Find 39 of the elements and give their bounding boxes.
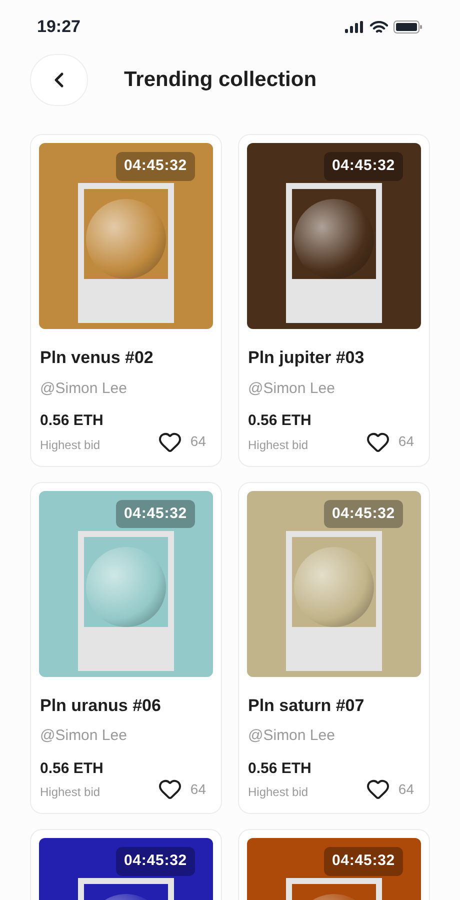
countdown-timer: 04:45:32 xyxy=(324,847,403,876)
bid-label: Highest bid xyxy=(40,784,102,801)
bid-price: 0.56 ETH xyxy=(40,411,104,431)
like-count: 64 xyxy=(190,432,206,451)
bid-price: 0.56 ETH xyxy=(40,758,104,778)
countdown-timer: 04:45:32 xyxy=(324,152,403,180)
countdown-timer: 04:45:32 xyxy=(116,847,195,876)
nft-title: Pln venus #02 xyxy=(40,347,154,369)
countdown-timer: 04:45:32 xyxy=(324,500,403,528)
bid-price: 0.56 ETH xyxy=(248,758,312,778)
bid-label: Highest bid xyxy=(40,436,102,454)
like-count: 64 xyxy=(190,780,206,798)
nft-title: Pln saturn #07 xyxy=(248,694,366,716)
like-count: 64 xyxy=(398,780,414,798)
signal-icon xyxy=(345,21,365,33)
author-name: @Simon Lee xyxy=(40,726,128,746)
countdown-timer: 04:45:32 xyxy=(116,152,195,180)
battery-icon xyxy=(393,20,423,34)
page-title: Trending collection xyxy=(124,67,317,94)
status-time: 19:27 xyxy=(37,16,80,38)
nft-card[interactable]: 04:45:32 Pln venus #02 @Simon Lee 0.56 ETH Highest bid 64 xyxy=(30,134,222,466)
countdown-timer: 04:45:32 xyxy=(116,500,195,528)
author-name: @Simon Lee xyxy=(248,726,336,746)
bid-label: Highest bid xyxy=(248,436,310,454)
like-count: 64 xyxy=(398,432,414,451)
nft-card[interactable]: 04:45:32 Pln uranus #06 @Simon Lee 0.56 ETH Highest bid 64 xyxy=(30,482,222,814)
nft-card[interactable]: 04:45:32 Pln jupiter #03 @Simon Lee 0.56 ETH Highest bid 64 xyxy=(238,134,430,466)
nft-card[interactable]: 04:45:32 Pln saturn #07 @Simon Lee 0.56 ETH Highest bid 64 xyxy=(238,482,430,814)
nft-title: Pln jupiter #03 xyxy=(248,347,366,369)
nft-title: Pln uranus #06 xyxy=(40,694,162,716)
wifi-icon xyxy=(370,20,388,34)
nft-card[interactable]: 04:45:32 xyxy=(30,829,222,900)
heart-icon[interactable] xyxy=(366,777,390,801)
heart-icon[interactable] xyxy=(158,777,182,801)
nft-card[interactable]: 04:45:32 xyxy=(238,829,430,900)
author-name: @Simon Lee xyxy=(248,378,336,398)
bid-label: Highest bid xyxy=(248,784,310,801)
bid-price: 0.56 ETH xyxy=(248,411,312,431)
author-name: @Simon Lee xyxy=(40,378,128,398)
